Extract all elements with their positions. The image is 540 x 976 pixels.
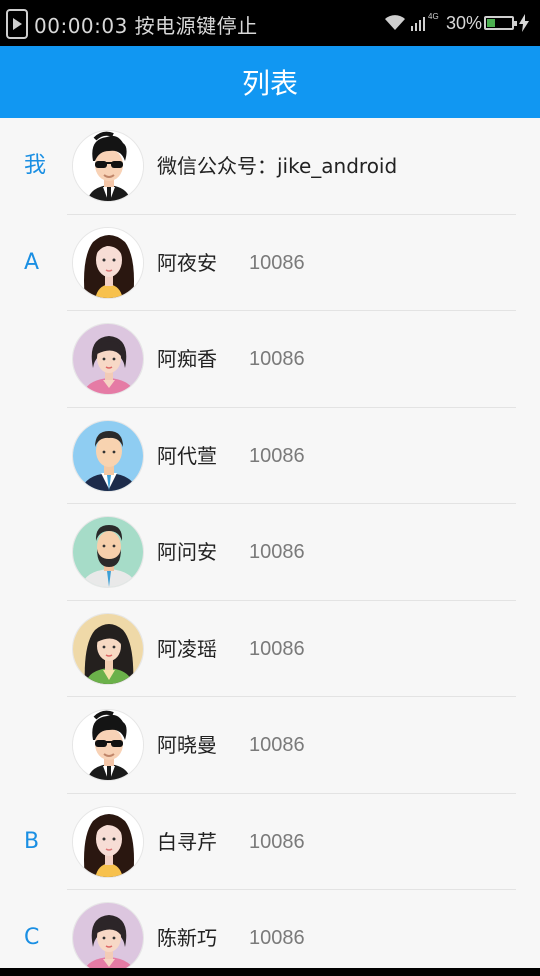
screen-record-icon[interactable] (6, 9, 28, 39)
contact-row[interactable]: C 陈新巧 10086 (0, 890, 540, 968)
index-letter: B (24, 828, 40, 854)
contact-list[interactable]: 我 微信公众号：jike_android A 阿夜安 10086 阿痴香 10086 (0, 118, 540, 968)
contact-name: 阿痴香 (157, 347, 217, 371)
contact-name: 阿问安 (157, 540, 217, 564)
contact-phone: 10086 (249, 637, 305, 660)
network-type-label: 4G (428, 12, 439, 21)
battery-icon (484, 16, 517, 30)
contact-phone: 10086 (249, 830, 305, 853)
app-bar: 列表 (0, 46, 540, 118)
contact-row[interactable]: 我 微信公众号：jike_android (0, 118, 540, 215)
avatar-green-woman (72, 612, 144, 685)
contact-phone: 10086 (249, 251, 305, 274)
wifi-icon (385, 15, 405, 30)
contact-name: 阿凌瑶 (157, 636, 217, 661)
contact-name: 阿代萱 (157, 443, 217, 468)
avatar-pink-woman (72, 323, 144, 395)
index-letter: A (24, 249, 40, 275)
status-bar: 00:00:03 按电源键停止 4G 30% (0, 0, 540, 46)
avatar-cool-guy (72, 130, 144, 202)
contact-row[interactable]: 阿问安 10086 (0, 504, 540, 601)
avatar-long-hair-woman (72, 805, 144, 878)
avatar-cool-guy (72, 709, 144, 781)
contact-name: 陈新巧 (157, 926, 217, 950)
contact-name: 白寻芹 (157, 829, 217, 854)
contact-row[interactable]: B 白寻芹 10086 (0, 794, 540, 890)
contact-phone: 10086 (249, 541, 305, 563)
contact-phone: 10086 (249, 927, 305, 949)
page-title: 列表 (241, 67, 298, 100)
contact-row[interactable]: A 阿夜安 10086 (0, 215, 540, 311)
contact-name: 微信公众号：jike_android (157, 154, 398, 178)
contact-name: 阿夜安 (157, 250, 217, 275)
contact-row[interactable]: 阿凌瑶 10086 (0, 601, 540, 697)
contact-row[interactable]: 阿痴香 10086 (0, 311, 540, 408)
contact-row[interactable]: 阿晓曼 10086 (0, 697, 540, 794)
avatar-bearded-man (72, 516, 144, 588)
charging-bolt-icon (519, 14, 529, 32)
index-letter: 我 (24, 153, 47, 178)
signal-icon (411, 17, 425, 31)
contact-name: 阿晓曼 (157, 733, 217, 757)
contact-phone: 10086 (249, 348, 305, 370)
avatar-suit-man (72, 419, 144, 492)
avatar-pink-woman (72, 902, 144, 968)
recording-status-text: 00:00:03 按电源键停止 (34, 14, 258, 38)
battery-percent: 30% (446, 13, 483, 33)
avatar-long-hair-woman (72, 226, 144, 299)
contact-phone: 10086 (249, 444, 305, 467)
contact-row[interactable]: 阿代萱 10086 (0, 408, 540, 504)
contact-phone: 10086 (249, 734, 305, 756)
index-letter: C (24, 925, 40, 950)
bottom-edge (0, 968, 540, 976)
